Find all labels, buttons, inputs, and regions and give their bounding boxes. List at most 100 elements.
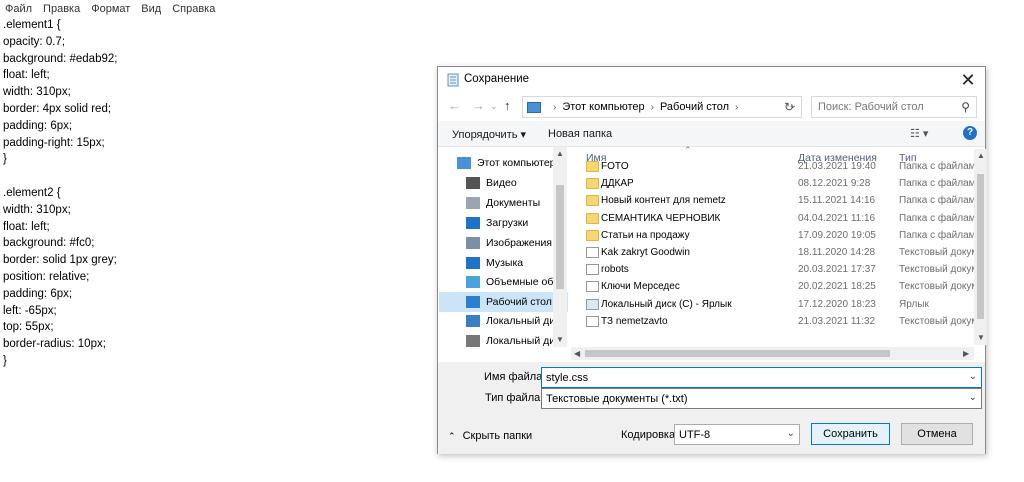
filetype-select[interactable]: Текстовые документы (*.txt) ⌄ (541, 388, 982, 409)
nav-item-label: Этот компьютер (477, 157, 556, 169)
nav-item[interactable]: Музыка (439, 253, 568, 273)
file-type: Папка с файлами (899, 212, 982, 224)
file-row[interactable]: ТЗ nemetzavto 21.03.2021 11:32 Текстовый д… (571, 313, 978, 330)
nav-item[interactable]: Изображения (439, 233, 568, 253)
scroll-down-icon[interactable]: ▼ (977, 333, 985, 342)
file-horizontal-scrollbar[interactable]: ◀ ▶ (571, 347, 974, 360)
chevron-down-icon[interactable]: ⌄ (969, 392, 977, 403)
breadcrumb-this-pc[interactable]: Этот компьютер (562, 101, 644, 113)
file-row[interactable]: СЕМАНТИКА ЧЕРНОВИК 04.04.2021 11:16 Папка … (571, 210, 981, 227)
text-file-icon (586, 247, 599, 258)
nav-item-label: Видео (486, 177, 517, 189)
menu-format[interactable]: Формат (91, 3, 130, 15)
navigation-row: ← → ⌄ ↑ › Этот компьютер › Рабочий стол … (438, 94, 985, 118)
file-row[interactable]: FOTO 21.03.2021 19:40 Папка с файлами (571, 158, 981, 175)
scroll-down-icon[interactable]: ▼ (556, 335, 564, 344)
nav-item-label: Документы (486, 197, 541, 209)
scroll-up-icon[interactable]: ▲ (556, 149, 564, 158)
file-date: 15.11.2021 14:16 (798, 195, 876, 207)
nav-item-label: Рабочий стол (486, 296, 552, 308)
file-name: robots (601, 264, 629, 276)
recent-dropdown-icon[interactable]: ⌄ (490, 101, 498, 112)
up-arrow-icon[interactable]: ↑ (504, 98, 511, 113)
nav-item-label: Музыка (486, 257, 524, 269)
computer-icon (527, 101, 541, 113)
dialog-titlebar: Сохранение ✕ (438, 67, 985, 93)
menu-edit[interactable]: Правка (43, 3, 80, 15)
file-date: 17.09.2020 19:05 (798, 229, 876, 241)
scroll-up-icon[interactable]: ▲ (977, 151, 985, 160)
save-dialog: Сохранение ✕ ← → ⌄ ↑ › Этот компьютер › … (437, 66, 987, 454)
filename-value: style.css (546, 371, 589, 384)
cancel-button[interactable]: Отмена (901, 423, 973, 445)
music-icon (466, 257, 480, 269)
nav-item[interactable]: Локальный дис (439, 331, 568, 347)
nav-scrollbar[interactable]: ▲ ▼ (553, 147, 567, 347)
search-input[interactable]: Поиск: Рабочий стол ⚲ (811, 96, 977, 118)
nav-item[interactable]: Рабочий стол (439, 292, 568, 312)
drive-icon (466, 335, 480, 347)
editor-line: } (3, 354, 7, 367)
nav-item[interactable]: Объемные объ (439, 272, 568, 292)
file-row[interactable]: ДДКАР 08.12.2021 9:28 Папка с файлами (571, 175, 981, 192)
refresh-icon[interactable]: ↻ (784, 100, 794, 114)
file-row[interactable]: Ключи Мерседес 20.02.2021 18:25 Текстовый … (571, 278, 978, 295)
file-date: 21.03.2021 19:40 (798, 161, 876, 173)
filename-field[interactable]: style.css ⌄ (541, 367, 982, 388)
save-button[interactable]: Сохранить (811, 423, 890, 445)
back-arrow-icon[interactable]: ← (448, 98, 461, 113)
scroll-left-icon[interactable]: ◀ (574, 349, 580, 358)
file-vertical-scrollbar[interactable]: ▲ ▼ (974, 149, 987, 345)
editor-line: border: solid 1px grey; (3, 254, 117, 267)
menubar: Файл Правка Формат Вид Справка (0, 0, 1024, 17)
encoding-select[interactable]: UTF-8 ⌄ (674, 424, 800, 445)
file-row[interactable]: robots 20.03.2021 17:37 Текстовый докум (571, 261, 978, 278)
menu-file[interactable]: Файл (5, 3, 32, 15)
file-row[interactable]: Локальный диск (C) - Ярлык 17.12.2020 18:… (571, 296, 971, 313)
nav-item-label: Загрузки (486, 217, 529, 229)
file-row[interactable]: Новый контент для nemetz 15.11.2021 14:16… (571, 192, 981, 209)
nav-item[interactable]: Загрузки (439, 213, 568, 233)
encoding-value: UTF-8 (679, 428, 711, 441)
editor-line: .element1 { (3, 19, 61, 31)
address-bar[interactable]: › Этот компьютер › Рабочий стол › ⌄ (522, 96, 802, 118)
sort-indicator-icon: ⌃ (684, 145, 692, 155)
filetype-value: Текстовые документы (*.txt) (546, 392, 688, 405)
menu-help[interactable]: Справка (172, 3, 215, 15)
nav-item[interactable]: Документы (439, 193, 568, 213)
organize-button[interactable]: Упорядочить ▾ (452, 128, 526, 141)
chevron-down-icon[interactable]: ⌄ (787, 428, 795, 439)
close-button[interactable]: ✕ (957, 69, 979, 91)
new-folder-button[interactable]: Новая папка (548, 128, 612, 140)
chevron-down-icon[interactable]: ⌄ (969, 371, 977, 382)
nav-item[interactable]: Этот компьютер (439, 153, 568, 173)
file-date: 17.12.2020 18:23 (798, 298, 876, 310)
folder-icon (586, 212, 599, 224)
documents-icon (466, 197, 480, 209)
view-options-icon[interactable]: ☷ ▾ (910, 127, 928, 140)
forward-arrow-icon[interactable]: → (472, 98, 485, 113)
text-editor[interactable]: .element1 {opacity: 0.7; background: #eda… (3, 17, 423, 370)
encoding-label: Кодировка: (621, 429, 679, 441)
nav-scroll-thumb[interactable] (556, 185, 564, 289)
editor-line: border: 4px solid red; (3, 102, 112, 115)
hide-folders-label: Скрыть папки (462, 430, 533, 442)
file-scroll-thumb[interactable] (977, 174, 984, 319)
hide-folders-button[interactable]: ⌃ Скрыть папки (448, 430, 532, 442)
file-name: ДДКАР (601, 178, 634, 190)
editor-line: top: 55px; (3, 321, 54, 334)
file-name: ТЗ nemetzavto (601, 315, 668, 327)
horizontal-scroll-thumb[interactable] (585, 350, 890, 357)
menu-view[interactable]: Вид (141, 3, 161, 15)
scroll-right-icon[interactable]: ▶ (963, 349, 969, 358)
nav-item[interactable]: Видео (439, 173, 568, 193)
file-name: FOTO (601, 161, 629, 173)
editor-line: float: left; (3, 69, 50, 82)
file-row[interactable]: Статьи на продажу 17.09.2020 19:05 Папка с… (571, 227, 981, 244)
file-row[interactable]: Kak zakryt Goodwin 18.11.2020 14:28 Тексто… (571, 244, 978, 261)
help-icon[interactable]: ? (963, 126, 977, 140)
breadcrumb-separator-icon: › (735, 101, 739, 113)
nav-item[interactable]: Локальный дис (439, 311, 568, 331)
breadcrumb-desktop[interactable]: Рабочий стол (660, 101, 729, 113)
editor-line: .element2 { (3, 186, 61, 199)
